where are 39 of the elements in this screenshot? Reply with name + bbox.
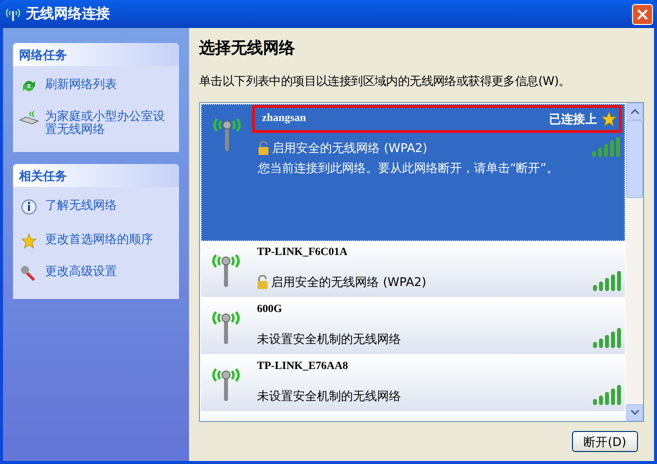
close-icon bbox=[637, 8, 648, 20]
task-link[interactable]: 为家庭或小型办公室设置无线网络 bbox=[19, 110, 173, 136]
security-text: 启用安全的无线网络 (WPA2) bbox=[271, 274, 426, 291]
network-name: TP-LINK_F6C01A bbox=[257, 245, 348, 260]
window-title: 无线网络连接 bbox=[26, 4, 111, 24]
task-link[interactable]: 更改首选网络的顺序 bbox=[19, 233, 153, 249]
signal-strength-icon bbox=[593, 271, 623, 291]
security-text: 启用安全的无线网络 (WPA2) bbox=[272, 140, 428, 157]
lock-icon bbox=[257, 275, 268, 289]
star-icon bbox=[21, 233, 37, 249]
network-name: 600G bbox=[257, 302, 282, 317]
instruction-text: 单击以下列表中的项目以连接到区域内的无线网络或获得更多信息(W)。 bbox=[199, 73, 572, 90]
network-name: zhangsan bbox=[262, 111, 306, 126]
signal-strength-icon bbox=[593, 328, 623, 348]
task-link[interactable]: 刷新网络列表 bbox=[19, 78, 117, 94]
computer-icon bbox=[19, 110, 39, 126]
network-item[interactable]: zhangsan 已连接上 启用安全的无线网络 (WPA2) 您当前连接到此网络。要从此网络断开，请单击“断开”。 bbox=[201, 104, 625, 241]
connection-status: 已连接上 bbox=[549, 111, 597, 128]
task-link[interactable]: 了解无线网络 bbox=[19, 199, 117, 217]
security-text: 未设置安全机制的无线网络 bbox=[257, 331, 401, 348]
info-icon bbox=[20, 199, 38, 217]
panel-title: 相关任务 bbox=[19, 168, 67, 184]
refresh-icon bbox=[21, 78, 37, 94]
page-heading: 选择无线网络 bbox=[199, 37, 296, 59]
scrollbar[interactable] bbox=[626, 103, 643, 421]
scroll-up-button[interactable] bbox=[626, 103, 643, 120]
signal-strength-icon bbox=[593, 385, 623, 405]
network-name: TP-LINK_E76AA8 bbox=[257, 359, 348, 374]
panel-title: 网络任务 bbox=[19, 46, 67, 64]
lock-icon bbox=[258, 141, 269, 155]
disconnect-button[interactable]: 断开(D) bbox=[572, 431, 638, 452]
scroll-down-button[interactable] bbox=[626, 404, 643, 421]
scroll-thumb[interactable] bbox=[626, 120, 643, 198]
close-button[interactable] bbox=[632, 4, 653, 24]
task-link[interactable]: 更改高级设置 bbox=[19, 265, 117, 283]
wireless-icon bbox=[4, 7, 22, 21]
signal-strength-icon bbox=[592, 137, 622, 157]
connection-detail: 您当前连接到此网络。要从此网络断开，请单击“断开”。 bbox=[257, 160, 560, 177]
security-text: 未设置安全机制的无线网络 bbox=[257, 388, 401, 405]
